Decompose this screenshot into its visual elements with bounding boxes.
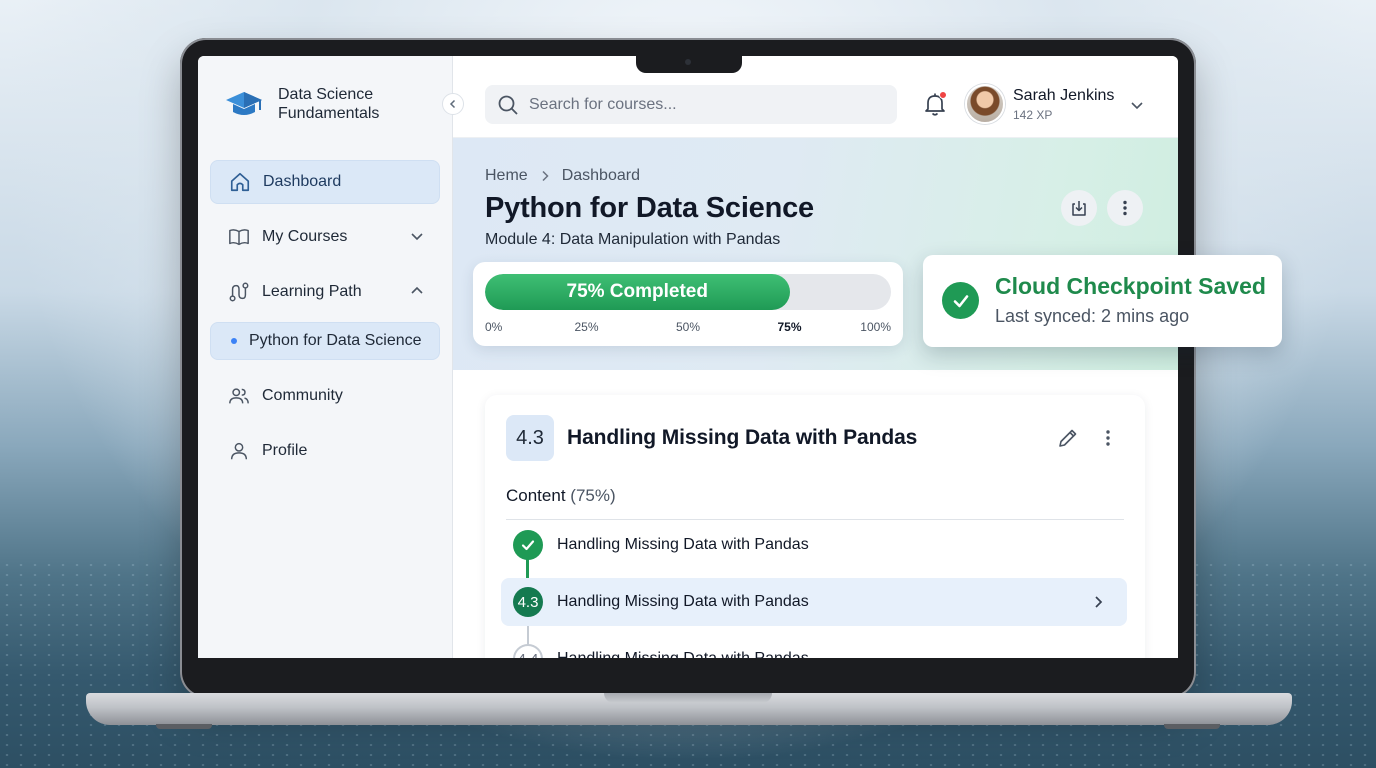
lesson-number-badge: 4.3 <box>506 415 554 461</box>
lesson-layer: 4.3 Handling Missing Data with Pandas Co… <box>198 56 1178 658</box>
step-number: 4.4 <box>513 644 543 658</box>
chevron-left-icon <box>449 99 456 109</box>
camera-notch <box>636 54 742 73</box>
step-number: 4.3 <box>513 587 543 617</box>
laptop-foot <box>1164 724 1220 729</box>
content-progress-label: Content (75%) <box>506 486 616 506</box>
step-label: Handling Missing Data with Pandas <box>557 650 809 658</box>
content-percent: (75%) <box>570 486 616 505</box>
pencil-icon[interactable] <box>1057 427 1079 449</box>
laptop-groove <box>604 693 772 703</box>
lesson-card-content: 4.3 Handling Missing Data with Pandas Co… <box>485 395 1145 658</box>
toast-subtitle: Last synced: 2 mins ago <box>995 306 1190 326</box>
content-label: Content <box>506 486 566 505</box>
laptop-bezel <box>198 658 1178 672</box>
collapse-sidebar-button[interactable] <box>442 93 464 115</box>
lesson-step[interactable]: Handling Missing Data with Pandas <box>501 521 1127 569</box>
more-vertical-icon[interactable] <box>1099 427 1117 449</box>
chevron-right-icon <box>1095 596 1103 608</box>
lesson-step[interactable]: 4.4 Handling Missing Data with Pandas <box>501 635 1127 658</box>
lesson-title: Handling Missing Data with Pandas <box>567 426 918 449</box>
step-label: Handling Missing Data with Pandas <box>557 593 809 610</box>
divider <box>506 519 1124 520</box>
step-label: Handling Missing Data with Pandas <box>557 536 809 553</box>
laptop-foot <box>156 724 212 729</box>
check-icon <box>513 530 543 560</box>
checkpoint-toast[interactable]: Cloud Checkpoint Saved Last synced: 2 mi… <box>923 255 1282 347</box>
lesson-step-current[interactable]: 4.3 Handling Missing Data with Pandas <box>501 578 1127 626</box>
check-circle-icon <box>942 282 979 319</box>
toast-title: Cloud Checkpoint Saved <box>995 273 1266 299</box>
